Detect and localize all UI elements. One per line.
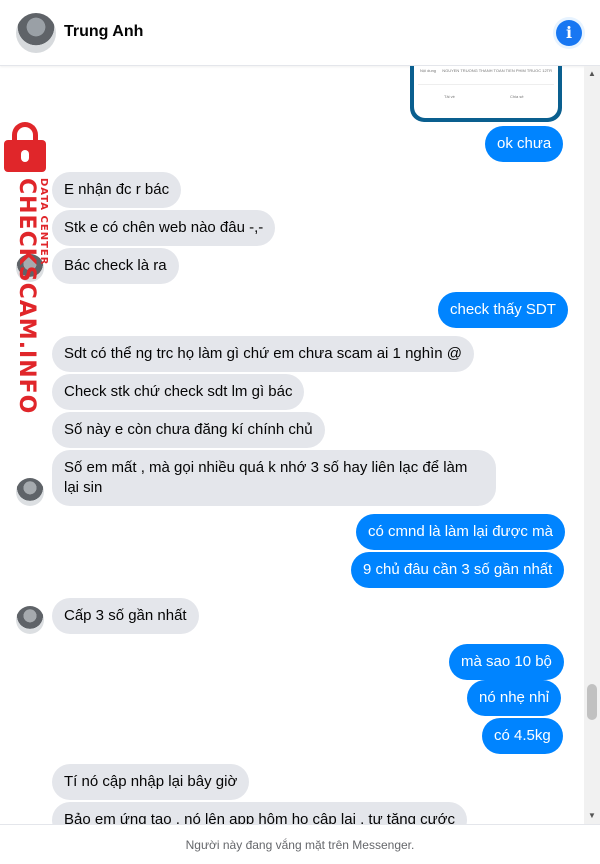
sender-avatar[interactable] <box>16 606 44 634</box>
status-footer: Người này đang vắng mặt trên Messenger. <box>0 824 600 864</box>
share-button[interactable]: Chia sẻ <box>510 94 524 99</box>
watermark-subtitle: DATA CENTER <box>38 178 49 266</box>
scroll-down-icon[interactable]: ▼ <box>584 808 600 824</box>
message-bubble[interactable]: E nhận đc r bác <box>52 172 182 208</box>
download-button[interactable]: Tải về <box>444 94 455 99</box>
lock-keyhole <box>21 150 29 162</box>
chat-header: Trung Anh i <box>0 0 600 66</box>
message-bubble[interactable]: 9 chủ đâu cần 3 số gần nhất <box>351 552 565 588</box>
scroll-up-icon[interactable]: ▲ <box>584 66 600 82</box>
message-bubble[interactable]: nó nhẹ nhỉ <box>467 680 562 716</box>
scrollbar-thumb[interactable] <box>587 684 597 720</box>
watermark-brand: CHECKSCAM.INFO <box>14 178 39 415</box>
message-bubble[interactable]: có 4.5kg <box>482 718 563 754</box>
contact-avatar[interactable] <box>16 13 56 53</box>
contact-name[interactable]: Trung Anh <box>64 23 143 41</box>
sender-avatar[interactable] <box>16 478 44 506</box>
info-icon[interactable]: i <box>556 20 582 46</box>
message-bubble[interactable]: Stk e có chên web nào đâu -,- <box>52 210 276 246</box>
message-bubble[interactable]: check thấy SDT <box>438 292 568 328</box>
receipt-label: Nội dung <box>420 68 437 73</box>
scrollbar[interactable]: ▲ ▼ <box>584 66 600 824</box>
message-bubble[interactable]: Sdt có thể ng trc họ làm gì chứ em chưa … <box>52 336 474 372</box>
receipt-value: NGUYEN TRUONG THANH TOAN TIEN PHIM TRUOC… <box>442 68 552 73</box>
message-bubble[interactable]: Check stk chứ check sdt lm gì bác <box>52 374 305 410</box>
message-bubble[interactable]: ok chưa <box>485 126 564 162</box>
message-bubble[interactable]: có cmnd là làm lại được mà <box>356 514 565 550</box>
message-bubble[interactable]: Bảo em ứng tạo , nó lên app hôm họ cập l… <box>52 802 468 824</box>
checkscam-watermark: CHECKSCAM.INFO DATA CENTER <box>0 118 68 418</box>
message-thread[interactable]: Nội dung NGUYEN TRUONG THANH TOAN TIEN P… <box>0 66 584 824</box>
message-bubble[interactable]: mà sao 10 bộ <box>449 644 564 680</box>
transfer-receipt-attachment[interactable]: Nội dung NGUYEN TRUONG THANH TOAN TIEN P… <box>410 66 562 122</box>
message-bubble[interactable]: Cấp 3 số gần nhất <box>52 598 199 634</box>
message-bubble[interactable]: Tí nó cập nhập lại bây giờ <box>52 764 250 800</box>
message-bubble[interactable]: Số em mất , mà gọi nhiều quá k nhớ 3 số … <box>52 450 496 506</box>
message-bubble[interactable]: Số này e còn chưa đăng kí chính chủ <box>52 412 325 448</box>
message-bubble[interactable]: Bác check là ra <box>52 248 179 284</box>
divider <box>418 84 554 85</box>
